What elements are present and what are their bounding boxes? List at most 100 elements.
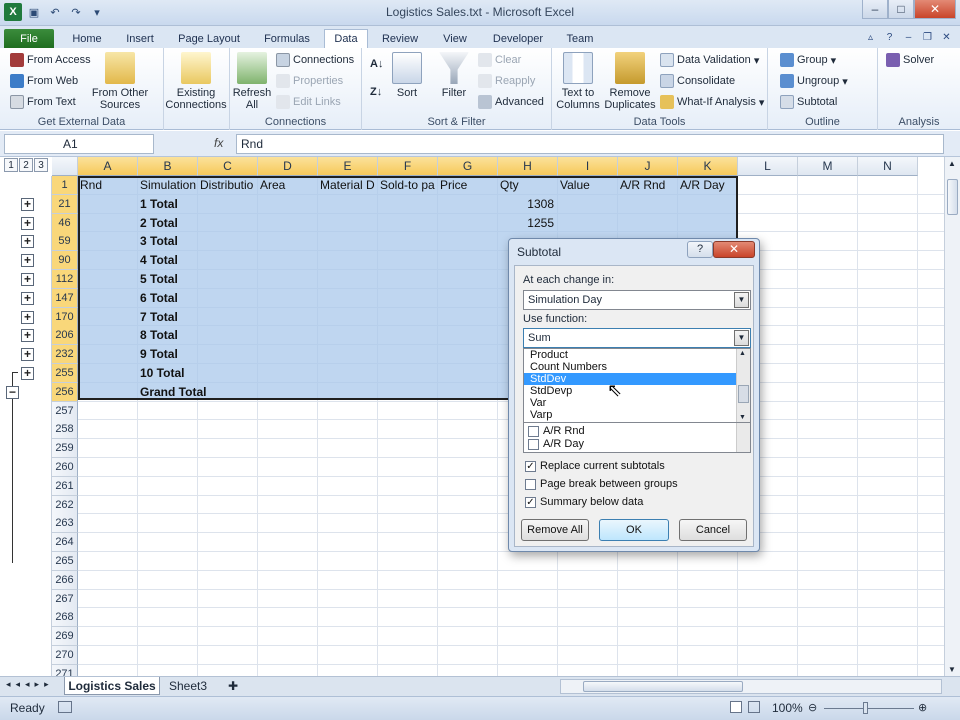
from-access-button[interactable]: From Access [10, 53, 91, 67]
checkmark-icon[interactable]: ✓ [525, 496, 536, 508]
normal-view-icon[interactable] [730, 701, 742, 713]
row-header[interactable]: 262 [52, 495, 78, 515]
column-header[interactable]: D [258, 157, 318, 176]
insert-sheet-icon[interactable]: ✚ [218, 677, 248, 695]
expand-outline-icon[interactable]: + [21, 216, 34, 230]
tab-home[interactable]: Home [68, 29, 106, 48]
ungroup-button[interactable]: Ungroup ▾ [780, 74, 848, 88]
row-header[interactable]: 266 [52, 570, 78, 590]
list-scroll-thumb[interactable] [738, 385, 749, 403]
checkmark-icon[interactable]: ✓ [525, 460, 536, 472]
zoom-slider[interactable] [824, 708, 914, 709]
function-select[interactable]: Sum ▼ [523, 328, 751, 348]
doc-close-icon[interactable]: ✕ [939, 30, 954, 45]
tab-file[interactable]: File [4, 29, 54, 48]
macro-record-icon[interactable] [58, 701, 72, 713]
what-if-button[interactable]: What-If Analysis ▾ [660, 95, 764, 109]
collapse-outline-icon[interactable]: − [6, 385, 19, 399]
edit-links-button[interactable]: Edit Links [276, 95, 341, 109]
qty-cell[interactable]: 1255 [498, 214, 558, 233]
subtotal-label-cell[interactable]: 9 Total [138, 345, 258, 364]
subtotal-label-cell[interactable]: 7 Total [138, 308, 258, 327]
add-subtotal-to-list[interactable]: A/R Rnd A/R Day [523, 423, 751, 453]
filter-button[interactable]: Filter [438, 52, 470, 99]
remove-duplicates-button[interactable]: Remove Duplicates [602, 52, 658, 111]
subtotal-label-cell[interactable]: 6 Total [138, 289, 258, 308]
row-header[interactable]: 232 [52, 345, 78, 365]
header-cell[interactable]: Rnd [78, 176, 138, 195]
header-cell[interactable]: Material D [318, 176, 378, 195]
connections-button[interactable]: Connections [276, 53, 354, 67]
list-scrollbar[interactable]: ▲ ▼ [736, 349, 750, 422]
tab-page-layout[interactable]: Page Layout [174, 29, 244, 48]
checklist-scrollbar[interactable] [736, 423, 750, 452]
tab-data[interactable]: Data [324, 29, 368, 48]
row-header[interactable]: 267 [52, 589, 78, 609]
column-header[interactable]: L [738, 157, 798, 176]
row-header[interactable]: 147 [52, 288, 78, 308]
column-header[interactable]: F [378, 157, 438, 176]
function-option[interactable]: StdDevp [524, 385, 750, 397]
row-header[interactable]: 90 [52, 251, 78, 271]
subtotal-label-cell[interactable]: 3 Total [138, 232, 258, 251]
help-icon[interactable]: ? [882, 30, 897, 45]
subtotal-label-cell[interactable]: 10 Total [138, 364, 258, 383]
column-header[interactable]: M [798, 157, 858, 176]
column-header[interactable]: G [438, 157, 498, 176]
sheet-nav-arrows-icon[interactable]: ◂◂◂▸▸ [6, 679, 54, 690]
row-header[interactable]: 270 [52, 646, 78, 665]
change-select[interactable]: Simulation Day ▼ [523, 290, 751, 310]
column-header[interactable]: K [678, 157, 738, 176]
from-other-sources-button[interactable]: From Other Sources [88, 52, 152, 111]
page-break-checkbox[interactable]: Page break between groups [525, 478, 678, 490]
vertical-scrollbar[interactable]: ▲ ▼ [944, 157, 960, 676]
row-header[interactable]: 264 [52, 533, 78, 553]
minimize-ribbon-icon[interactable]: ▵ [863, 30, 878, 45]
row-header[interactable]: 263 [52, 514, 78, 534]
sort-za-icon[interactable]: Z↓ [370, 86, 382, 98]
expand-outline-icon[interactable]: + [21, 273, 34, 286]
zoom-out-icon[interactable]: ⊖ [808, 701, 817, 714]
expand-outline-icon[interactable]: + [21, 291, 34, 305]
sheet-tab-logistics-sales[interactable]: Logistics Sales [64, 677, 160, 695]
sort-az-icon[interactable]: A↓ [370, 58, 383, 70]
row-header[interactable]: 1 [52, 176, 78, 195]
horizontal-scrollbar[interactable] [560, 679, 942, 694]
row-header[interactable]: 256 [52, 382, 78, 402]
row-header[interactable]: 259 [52, 439, 78, 459]
row-header[interactable]: 255 [52, 364, 78, 383]
group-button[interactable]: Group ▾ [780, 53, 836, 67]
insert-function-icon[interactable]: fx [214, 136, 223, 150]
header-cell[interactable]: Simulation [138, 176, 198, 195]
checkbox[interactable] [525, 478, 536, 490]
subtotal-label-cell[interactable]: Grand Total [138, 383, 258, 402]
column-header[interactable]: C [198, 157, 258, 176]
formula-input[interactable]: Rnd [236, 134, 944, 154]
add-to-ar-day[interactable]: A/R Day [528, 438, 584, 450]
expand-outline-icon[interactable]: + [21, 367, 34, 380]
dialog-help-button[interactable]: ? [687, 241, 713, 258]
ok-button[interactable]: OK [599, 519, 669, 541]
header-cell[interactable]: Price [438, 176, 498, 195]
name-box[interactable]: A1 [4, 134, 154, 154]
subtotal-label-cell[interactable]: 1 Total [138, 195, 258, 214]
row-header[interactable]: 59 [52, 232, 78, 252]
column-header[interactable]: E [318, 157, 378, 176]
outline-level-2[interactable]: 2 [19, 158, 33, 172]
tab-view[interactable]: View [436, 29, 474, 48]
solver-button[interactable]: Solver [886, 53, 934, 67]
chevron-down-icon[interactable]: ▼ [734, 330, 749, 346]
advanced-button[interactable]: Advanced [478, 95, 544, 109]
cancel-button[interactable]: Cancel [679, 519, 747, 541]
minimize-button[interactable]: – [862, 0, 888, 19]
subtotal-label-cell[interactable]: 2 Total [138, 214, 258, 233]
header-cell[interactable]: A/R Rnd [618, 176, 678, 195]
add-to-ar-rnd[interactable]: A/R Rnd [528, 425, 585, 437]
column-header[interactable]: H [498, 157, 558, 176]
expand-outline-icon[interactable]: + [21, 197, 34, 211]
from-web-button[interactable]: From Web [10, 74, 78, 88]
data-validation-button[interactable]: Data Validation ▾ [660, 53, 759, 67]
zoom-in-icon[interactable]: ⊕ [918, 701, 927, 714]
row-header[interactable]: 269 [52, 627, 78, 647]
zoom-slider-thumb[interactable] [863, 702, 868, 714]
